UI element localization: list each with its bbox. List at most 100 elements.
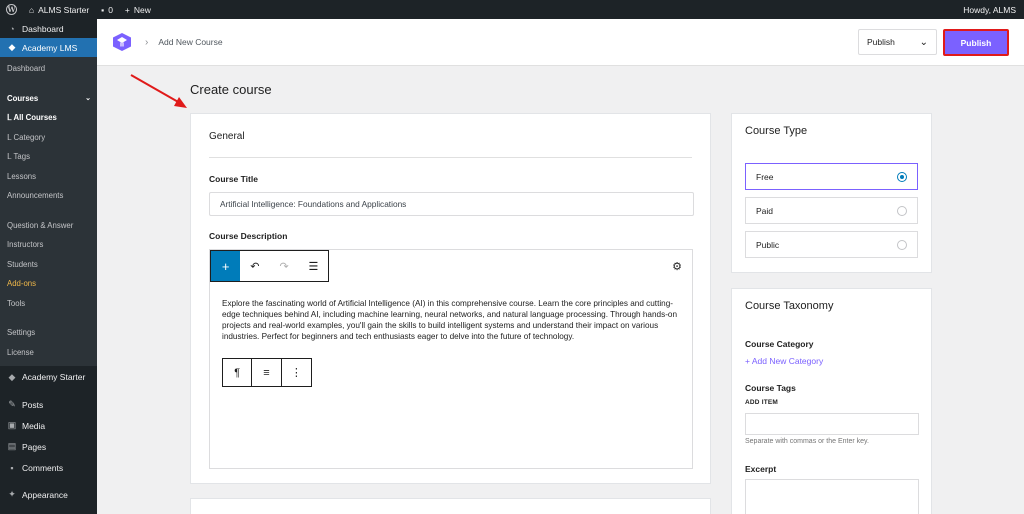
- publish-button[interactable]: Publish: [943, 29, 1009, 56]
- redo-button[interactable]: ↷: [270, 251, 299, 281]
- general-heading: General: [209, 131, 245, 142]
- radio-selected-icon: [897, 171, 907, 182]
- academy-submenu: Dashboard Courses ⌄ ᒪ All Courses ᒪ Cate…: [0, 57, 97, 366]
- site-name-link[interactable]: ⌂ ALMS Starter: [23, 0, 95, 19]
- admin-bar: W ⌂ ALMS Starter ▪ 0 + New Howdy, ALMS: [0, 0, 1024, 19]
- chevron-down-icon: ⌄: [85, 95, 91, 103]
- more-options-button[interactable]: ⋮: [282, 359, 311, 386]
- account-menu[interactable]: Howdy, ALMS: [957, 0, 1024, 19]
- submenu-question-answer[interactable]: Question & Answer: [0, 216, 97, 236]
- course-description-text[interactable]: Explore the fascinating world of Artific…: [222, 298, 682, 342]
- paragraph-block-button[interactable]: ¶: [223, 359, 253, 386]
- submenu-courses[interactable]: Courses ⌄: [0, 89, 97, 109]
- submenu-license[interactable]: License: [0, 343, 97, 363]
- sidebar-item-appearance[interactable]: ✦ Appearance: [0, 484, 97, 505]
- sidebar-item-label: Dashboard: [22, 23, 64, 34]
- course-category-label: Course Category: [745, 339, 814, 349]
- submenu-students[interactable]: Students: [0, 255, 97, 275]
- undo-icon: ↶: [250, 260, 260, 273]
- undo-button[interactable]: ↶: [240, 251, 269, 281]
- tags-help-text: Separate with commas or the Enter key.: [745, 438, 869, 445]
- submenu-category[interactable]: ᒪ Category: [0, 128, 97, 148]
- description-editor[interactable]: + ↶ ↷ ☰ ⚙ Explore the fascinating world …: [209, 249, 693, 469]
- submenu-dashboard[interactable]: Dashboard: [0, 59, 97, 79]
- submenu-settings[interactable]: Settings: [0, 323, 97, 343]
- course-title-input[interactable]: Artificial Intelligence: Foundations and…: [209, 192, 694, 216]
- submenu-all-courses[interactable]: ᒪ All Courses: [0, 108, 97, 128]
- sidebar-item-label: Academy LMS: [22, 42, 78, 53]
- course-type-heading: Course Type: [745, 125, 808, 137]
- chevron-down-icon: ⌄: [919, 36, 928, 48]
- tags-input[interactable]: [745, 413, 919, 435]
- sidebar-item-label: Media: [22, 420, 46, 431]
- sidebar-item-label: Appearance: [22, 489, 68, 500]
- sidebar-item-posts[interactable]: ✎ Posts: [0, 394, 97, 415]
- course-type-option-public[interactable]: Public: [745, 231, 918, 258]
- breadcrumb: Add New Course: [158, 37, 223, 47]
- wordpress-logo-menu[interactable]: W: [0, 0, 23, 19]
- chevron-right-icon: ›: [145, 36, 149, 48]
- sidebar-item-label: Academy Starter: [22, 372, 86, 382]
- settings-gear-icon[interactable]: ⚙: [672, 260, 682, 273]
- option-label: Free: [756, 171, 774, 182]
- add-block-button[interactable]: +: [211, 251, 241, 281]
- course-type-option-paid[interactable]: Paid: [745, 197, 918, 224]
- excerpt-label: Excerpt: [745, 464, 777, 474]
- wordpress-icon: W: [6, 4, 17, 15]
- add-item-label: ADD ITEM: [745, 399, 779, 406]
- academy-icon: ◆: [8, 42, 16, 52]
- plus-icon: +: [124, 4, 130, 15]
- media-icon: ▣: [7, 420, 17, 430]
- comments-link[interactable]: ▪ 0: [95, 0, 119, 19]
- pushpin-icon: ✎: [8, 399, 16, 409]
- sidebar-item-comments[interactable]: ▪ Comments: [0, 457, 97, 478]
- submenu-addons[interactable]: Add-ons: [0, 274, 97, 294]
- align-left-icon: ≡: [263, 366, 270, 379]
- comments-icon: ▪: [10, 462, 14, 473]
- publish-status-select[interactable]: Publish ⌄: [858, 29, 937, 55]
- publish-select-value: Publish: [867, 37, 895, 47]
- appearance-icon: ✦: [8, 489, 16, 499]
- course-type-option-free[interactable]: Free: [745, 163, 918, 190]
- submenu-tags[interactable]: ᒪ Tags: [0, 147, 97, 167]
- next-section-card: [190, 498, 711, 514]
- list-view-icon: ☰: [308, 260, 319, 273]
- radio-icon: [897, 205, 907, 216]
- submenu-tools[interactable]: Tools: [0, 294, 97, 314]
- add-new-category-link[interactable]: + Add New Category: [745, 356, 823, 366]
- annotation-arrow: [130, 74, 187, 108]
- submenu-instructors[interactable]: Instructors: [0, 235, 97, 255]
- more-vertical-icon: ⋮: [290, 367, 302, 379]
- editor-toolbar: + ↶ ↷ ☰: [210, 250, 329, 282]
- course-editor-header: › Add New Course Publish ⌄ Publish: [97, 19, 1024, 66]
- comments-count: 0: [108, 4, 113, 15]
- excerpt-textarea[interactable]: [745, 479, 919, 514]
- course-taxonomy-card: Course Taxonomy Course Category + Add Ne…: [731, 288, 932, 514]
- option-label: Paid: [756, 205, 774, 216]
- course-description-label: Course Description: [209, 231, 288, 241]
- howdy-label: Howdy, ALMS: [963, 4, 1016, 15]
- course-tags-label: Course Tags: [745, 383, 796, 393]
- general-card: General Course Title Artificial Intellig…: [190, 113, 711, 484]
- new-label: New: [133, 4, 151, 15]
- align-button[interactable]: ≡: [252, 359, 282, 386]
- comment-icon: ▪: [101, 4, 105, 15]
- submenu-lessons[interactable]: Lessons: [0, 167, 97, 187]
- academy-logo-icon: [113, 33, 131, 51]
- sidebar-item-academy-lms[interactable]: ◆ Academy LMS: [0, 38, 97, 57]
- sidebar-item-pages[interactable]: ▤ Pages: [0, 436, 97, 457]
- divider: [209, 157, 692, 158]
- paragraph-icon: ¶: [234, 366, 241, 379]
- sidebar-item-label: Posts: [22, 399, 44, 410]
- sidebar-item-media[interactable]: ▣ Media: [0, 415, 97, 436]
- admin-sidebar: ◔ Dashboard ◆ Academy LMS Dashboard Cour…: [0, 19, 97, 514]
- list-view-button[interactable]: ☰: [299, 251, 328, 281]
- submenu-announcements[interactable]: Announcements: [0, 186, 97, 206]
- course-title-label: Course Title: [209, 174, 258, 184]
- pages-icon: ▤: [7, 441, 17, 451]
- new-content-link[interactable]: + New: [119, 0, 157, 19]
- sidebar-item-academy-starter[interactable]: ◆ Academy Starter: [0, 366, 97, 388]
- block-toolbar: ¶ ≡ ⋮: [222, 358, 312, 387]
- sidebar-item-dashboard[interactable]: ◔ Dashboard: [0, 19, 97, 38]
- option-label: Public: [756, 239, 780, 250]
